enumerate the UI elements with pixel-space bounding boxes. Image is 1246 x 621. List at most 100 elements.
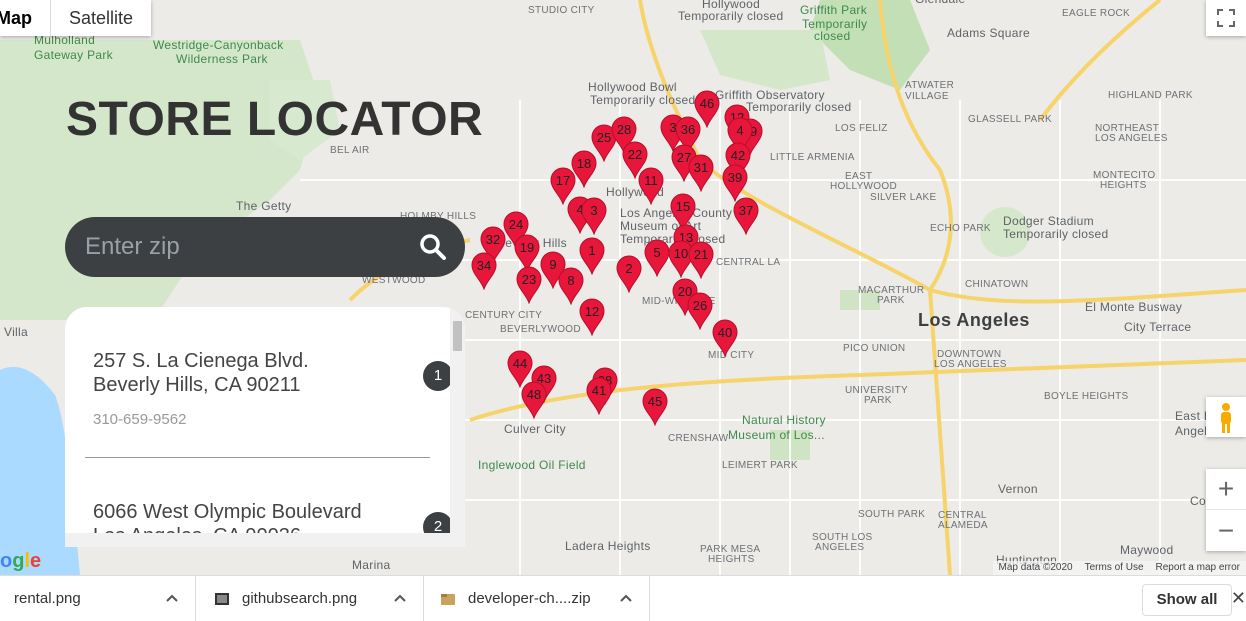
marker-number: 41 <box>591 383 607 398</box>
terms-link[interactable]: Terms of Use <box>1085 561 1144 575</box>
report-error-link[interactable]: Report a map error <box>1156 561 1240 575</box>
map-place-label: BEVERLYWOOD <box>500 324 581 335</box>
store-address-line1: 257 S. La Cienega Blvd. <box>93 350 309 372</box>
store-results-panel[interactable]: 257 S. La Cienega Blvd. Beverly Hills, C… <box>65 307 465 547</box>
fullscreen-button[interactable] <box>1206 0 1246 36</box>
map-place-label: Glendale <box>915 0 965 6</box>
store-map-marker[interactable]: 41 <box>586 377 612 415</box>
map-type-satellite-button[interactable]: Satellite <box>50 0 151 36</box>
map-place-label: HEIGHTS <box>708 554 755 565</box>
marker-number: 8 <box>567 273 575 288</box>
store-map-marker[interactable]: 11 <box>638 167 664 205</box>
marker-number: 36 <box>680 122 696 137</box>
marker-number: 48 <box>526 387 542 402</box>
map-place-label: Gateway Park <box>34 48 113 62</box>
store-map-marker[interactable]: 12 <box>579 298 605 336</box>
map-place-label: Inglewood Oil Field <box>478 458 586 472</box>
map-place-label: Temporarily closed <box>678 9 784 23</box>
map-place-label: Ladera Heights <box>565 539 651 553</box>
show-all-downloads-button[interactable]: Show all <box>1142 584 1232 616</box>
store-map-marker[interactable]: 3 <box>581 197 607 235</box>
results-vertical-scrollbar[interactable] <box>450 307 465 547</box>
store-map-marker[interactable]: 26 <box>687 292 713 330</box>
marker-number: 44 <box>512 356 528 371</box>
map-place-label: closed <box>814 29 851 43</box>
chevron-up-icon[interactable] <box>165 591 179 605</box>
map-place-label: Adams Square <box>947 26 1030 40</box>
zip-search-bar <box>65 217 465 277</box>
map-place-label: ECHO PARK <box>930 223 991 234</box>
map[interactable]: STUDIO CITY Hollywood Temporarily closed Gr… <box>0 0 1246 575</box>
zoom-control: + − <box>1206 469 1246 551</box>
marker-number: 17 <box>555 173 571 188</box>
map-place-label: Los Angeles <box>918 310 1030 330</box>
zip-search-input[interactable] <box>85 233 405 261</box>
map-place-label: SILVER LAKE <box>870 192 937 203</box>
map-place-label: PICO UNION <box>843 343 906 354</box>
map-type-map-button[interactable]: Map <box>0 0 50 36</box>
fullscreen-icon <box>1217 9 1235 27</box>
store-map-marker[interactable]: 31 <box>688 154 714 192</box>
marker-number: 24 <box>508 217 524 232</box>
image-file-icon <box>215 592 229 605</box>
store-map-marker[interactable]: 21 <box>688 241 714 279</box>
map-data-credit: Map data ©2020 <box>998 562 1073 573</box>
marker-number: 15 <box>675 199 691 214</box>
map-place-label: Temporarily closed <box>590 93 696 107</box>
map-place-label: LEIMERT PARK <box>722 460 798 471</box>
download-item[interactable]: githubsearch.png <box>196 575 424 621</box>
zoom-out-button[interactable]: − <box>1206 510 1246 551</box>
street-view-pegman-button[interactable] <box>1206 397 1246 437</box>
store-map-marker[interactable]: 48 <box>521 381 547 419</box>
map-place-label: Museum of Los... <box>728 428 825 442</box>
chevron-up-icon[interactable] <box>619 591 633 605</box>
map-place-label: Temporarily closed <box>746 100 852 114</box>
store-map-marker[interactable]: 40 <box>712 319 738 357</box>
search-icon <box>420 234 446 260</box>
google-logo: ogle <box>0 550 42 572</box>
map-place-label: Westridge-Canyonback <box>153 38 284 52</box>
map-place-label: PARK <box>864 395 892 406</box>
page-title: STORE LOCATOR <box>66 93 484 146</box>
store-list-item[interactable]: 257 S. La Cienega Blvd. Beverly Hills, C… <box>93 349 453 428</box>
store-address-line1: 6066 West Olympic Boulevard <box>93 501 362 523</box>
map-place-label: Wilderness Park <box>176 52 268 66</box>
store-map-marker[interactable]: 37 <box>733 197 759 235</box>
marker-number: 45 <box>647 394 663 409</box>
download-bar: rental.png githubsearch.png developer-ch… <box>0 575 1246 621</box>
map-place-label: HOLLYWOOD <box>830 181 897 192</box>
marker-number: 32 <box>485 232 501 247</box>
results-horizontal-scrollbar[interactable] <box>65 533 450 547</box>
map-type-control[interactable]: Map Satellite <box>0 0 152 36</box>
map-place-label: Dodger Stadium <box>1003 214 1094 228</box>
store-map-marker[interactable]: 34 <box>471 252 497 290</box>
marker-number: 37 <box>738 203 754 218</box>
store-map-marker[interactable]: 23 <box>516 266 542 304</box>
store-map-marker[interactable]: 2 <box>616 255 642 293</box>
download-filename: developer-ch....zip <box>468 590 591 607</box>
map-place-label: CRENSHAW <box>668 433 729 444</box>
map-place-label: HIGHLAND PARK <box>1108 90 1193 101</box>
store-map-marker[interactable]: 5 <box>644 239 670 277</box>
close-download-bar-icon[interactable]: ✕ <box>1231 588 1246 609</box>
download-item[interactable]: developer-ch....zip <box>424 575 650 621</box>
map-place-label: El Monte Busway <box>1085 300 1183 314</box>
marker-number: 19 <box>519 240 535 255</box>
zoom-in-button[interactable]: + <box>1206 469 1246 510</box>
chevron-up-icon[interactable] <box>393 591 407 605</box>
download-filename: githubsearch.png <box>242 590 358 607</box>
search-button[interactable] <box>419 233 447 261</box>
map-place-label: Marina <box>352 558 391 572</box>
marker-number: 31 <box>693 160 709 175</box>
map-place-label: HEIGHTS <box>1100 180 1147 191</box>
map-place-label: Temporarily closed <box>1003 227 1109 241</box>
marker-number: 1 <box>588 243 596 258</box>
map-place-label: City Terrace <box>1124 320 1192 334</box>
map-place-label: STUDIO CITY <box>528 5 595 16</box>
marker-number: 39 <box>727 170 743 185</box>
marker-number: 2 <box>625 261 633 276</box>
map-place-label: Villa <box>4 325 28 339</box>
store-map-marker[interactable]: 45 <box>642 388 668 426</box>
download-item[interactable]: rental.png <box>0 575 196 621</box>
map-place-label: Griffith Park <box>800 3 868 17</box>
